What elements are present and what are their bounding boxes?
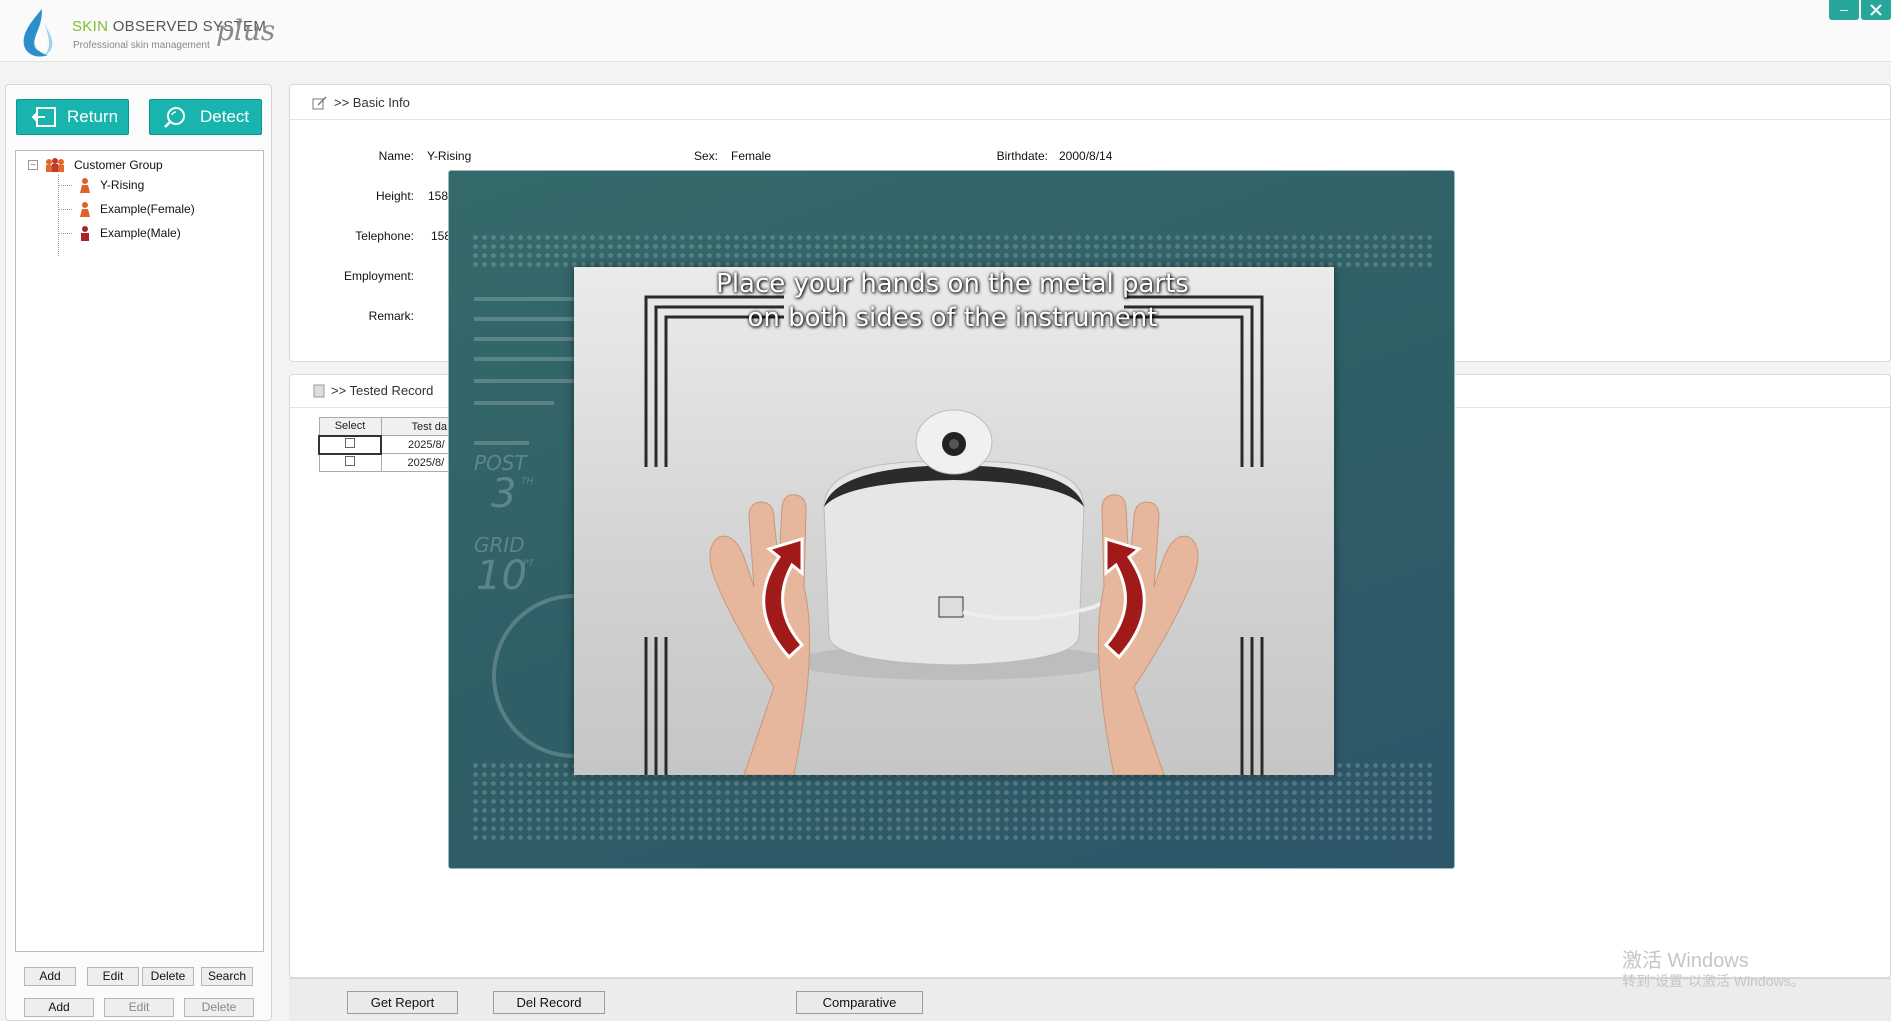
minimize-button[interactable]: – <box>1829 0 1859 20</box>
tree-connector <box>58 209 72 210</box>
close-icon <box>1870 4 1882 16</box>
sex-label: Sex: <box>693 149 718 163</box>
delete-customer-button[interactable]: Delete <box>142 967 194 986</box>
tree-item-customer[interactable]: Example(Female) <box>78 199 195 219</box>
height-value: 158 <box>428 189 449 203</box>
collapse-icon[interactable]: – <box>28 160 38 170</box>
left-panel: Return Detect – Customer Group Y-Rising <box>5 84 272 1021</box>
title-divider <box>290 119 1890 120</box>
tree-item-label: Example(Male) <box>100 226 181 240</box>
telephone-label: Telephone: <box>355 229 414 243</box>
add-group-button[interactable]: Add <box>24 998 94 1017</box>
return-button[interactable]: Return <box>16 99 129 135</box>
employment-label: Employment: <box>343 269 414 283</box>
height-label: Height: <box>375 189 414 203</box>
sex-value: Female <box>731 149 772 163</box>
hud-grid-unit: PT <box>523 559 534 569</box>
select-cell[interactable] <box>318 453 382 472</box>
basic-info-title: >> Basic Info <box>312 95 410 110</box>
hud-post-number: 3 <box>491 471 517 517</box>
edit-note-icon <box>312 95 327 109</box>
tree-item-label: Y-Rising <box>100 178 145 192</box>
search-customer-button[interactable]: Search <box>201 967 253 986</box>
tree-item-customer[interactable]: Example(Male) <box>78 223 181 243</box>
female-person-icon <box>80 202 90 217</box>
female-person-icon <box>80 178 90 193</box>
add-customer-button[interactable]: Add <box>24 967 76 986</box>
brand-skin-text: SKIN <box>72 18 109 35</box>
tested-record-title-text: >> Tested Record <box>331 383 434 398</box>
tested-record-title: >> Tested Record <box>313 383 433 398</box>
customer-tree: – Customer Group Y-Rising Example(Female… <box>15 150 264 952</box>
instruction-line-1: Place your hands on the metal parts <box>716 269 1189 299</box>
select-checkbox[interactable] <box>345 456 355 467</box>
male-person-icon <box>81 226 89 241</box>
del-record-button[interactable]: Del Record <box>493 991 605 1014</box>
device-hands-illustration <box>644 295 1264 776</box>
close-button[interactable] <box>1861 0 1891 20</box>
edit-group-button[interactable]: Edit <box>104 998 174 1017</box>
windows-activation-hint: 转到"设置"以激活 Windows。 <box>1622 973 1805 989</box>
instruction-line-2: on both sides of the instrument <box>747 303 1158 333</box>
group-people-icon <box>46 158 64 172</box>
basic-info-title-text: >> Basic Info <box>334 95 410 110</box>
column-header-select[interactable]: Select <box>318 417 382 436</box>
app-header: SKIN OBSERVED SYSTEM Professional skin m… <box>0 0 1891 62</box>
instruction-text: Place your hands on the metal parts on b… <box>449 267 1454 335</box>
tree-group-customer-group[interactable]: – Customer Group <box>28 155 163 175</box>
birthdate-label: Birthdate: <box>996 149 1048 163</box>
name-value: Y-Rising <box>427 149 472 163</box>
edit-customer-button[interactable]: Edit <box>87 967 139 986</box>
hud-post-unit: TH <box>521 477 534 487</box>
select-cell[interactable] <box>318 434 382 455</box>
windows-activation-title: 激活 Windows <box>1622 950 1749 972</box>
birthdate-value: 2000/8/14 <box>1059 149 1113 163</box>
return-icon <box>31 107 56 127</box>
select-checkbox[interactable] <box>345 438 355 448</box>
tree-item-label: Example(Female) <box>100 202 195 216</box>
brand-subtitle: Professional skin management <box>73 40 210 51</box>
instruction-photo <box>574 267 1334 776</box>
tree-connector <box>58 233 72 234</box>
name-label: Name: <box>378 149 414 163</box>
return-label: Return <box>67 107 119 126</box>
hud-dot-pattern <box>471 233 1436 271</box>
detect-button[interactable]: Detect <box>149 99 262 135</box>
tree-item-customer[interactable]: Y-Rising <box>78 175 144 195</box>
tree-connector <box>58 185 72 186</box>
tree-group-label: Customer Group <box>74 158 163 172</box>
water-drop-logo-icon <box>23 9 53 57</box>
detect-label: Detect <box>200 107 250 126</box>
brand-plus-text: plus <box>216 14 276 47</box>
comparative-button[interactable]: Comparative <box>796 991 923 1014</box>
detect-instruction-dialog: POST 3 TH GRID 10 PT Place your hands on… <box>448 170 1455 869</box>
magnifier-icon <box>164 107 185 128</box>
delete-group-button[interactable]: Delete <box>184 998 254 1017</box>
get-report-button[interactable]: Get Report <box>347 991 458 1014</box>
remark-label: Remark: <box>368 309 414 323</box>
hud-circle-decoration <box>492 594 575 758</box>
list-icon <box>313 384 325 397</box>
tree-connector <box>58 175 59 256</box>
